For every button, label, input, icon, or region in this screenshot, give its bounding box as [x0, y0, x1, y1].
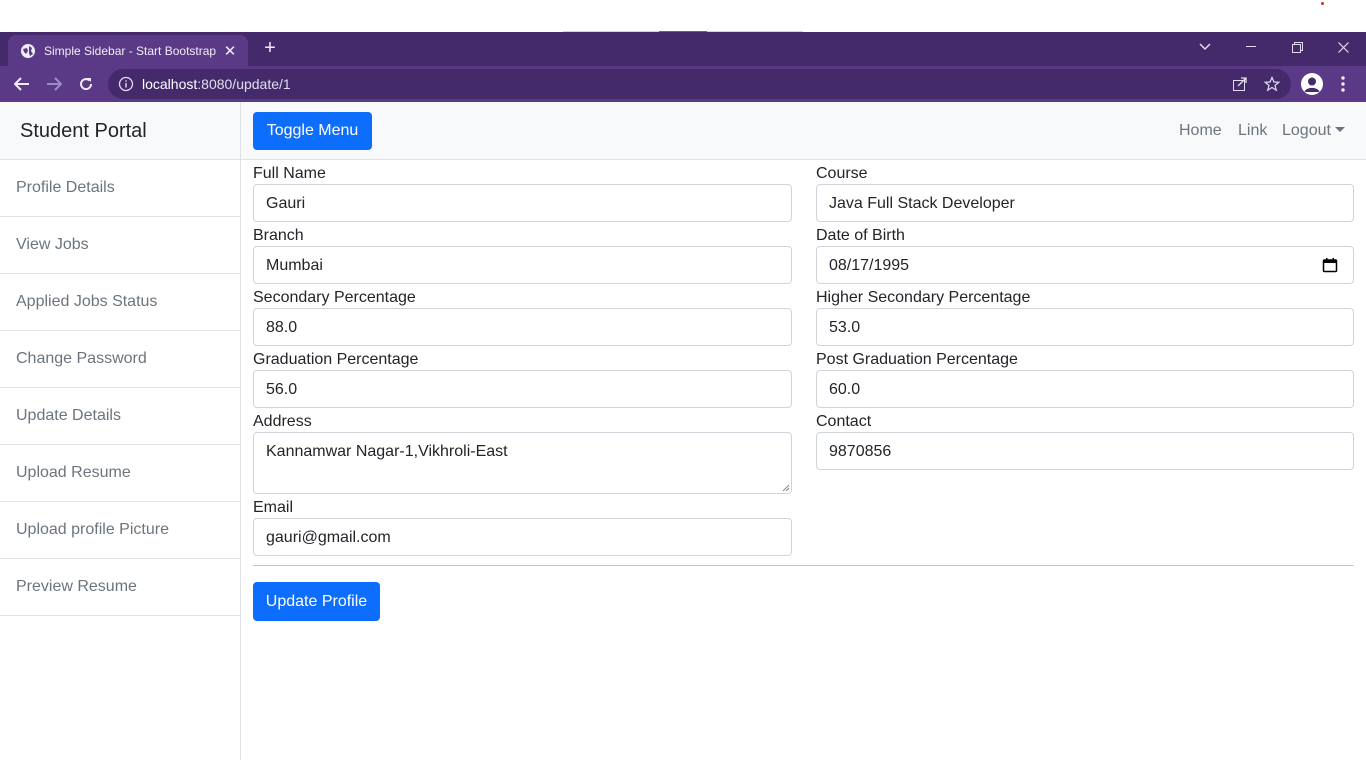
full-name-label: Full Name — [253, 165, 326, 182]
profile-avatar-icon[interactable] — [1301, 73, 1323, 95]
bookmark-star-icon[interactable] — [1264, 76, 1280, 92]
sidebar-item-change-password[interactable]: Change Password — [0, 331, 240, 388]
reload-icon[interactable] — [74, 72, 98, 96]
higher-secondary-percentage-label: Higher Secondary Percentage — [816, 289, 1031, 306]
page: Student Portal Profile Details View Jobs… — [0, 102, 1366, 760]
address-label: Address — [253, 413, 312, 430]
browser-menu-icon[interactable] — [1340, 74, 1346, 94]
toggle-menu-button[interactable]: Toggle Menu — [253, 112, 372, 150]
tab-search-chevron-icon[interactable] — [1182, 32, 1228, 62]
address-value: Kannamwar Nagar-1,Vikhroli-East — [266, 443, 508, 460]
browser-tab-bar: Simple Sidebar - Start Bootstrap ✕ + — [0, 32, 1366, 66]
resize-grip-icon[interactable] — [781, 483, 790, 492]
form-divider — [253, 565, 1354, 566]
dob-value: 08/17/1995 — [829, 257, 910, 274]
share-icon[interactable] — [1232, 76, 1248, 92]
branch-input[interactable]: Mumbai — [253, 246, 792, 284]
browser-tab[interactable]: Simple Sidebar - Start Bootstrap ✕ — [8, 35, 248, 66]
sidebar: Student Portal Profile Details View Jobs… — [0, 102, 241, 760]
nav-home-link[interactable]: Home — [1179, 122, 1222, 140]
email-input[interactable]: gauri@gmail.com — [253, 518, 792, 556]
course-input[interactable]: Java Full Stack Developer — [816, 184, 1354, 222]
email-label: Email — [253, 499, 294, 516]
tab-close-icon[interactable]: ✕ — [222, 42, 238, 60]
full-name-input[interactable]: Gauri — [253, 184, 792, 222]
course-label: Course — [816, 165, 868, 182]
sidebar-item-profile-details[interactable]: Profile Details — [0, 160, 240, 217]
globe-icon — [21, 43, 35, 58]
forward-icon[interactable] — [42, 72, 66, 96]
graduation-percentage-label: Graduation Percentage — [253, 351, 419, 368]
tab-title: Simple Sidebar - Start Bootstrap — [44, 43, 216, 58]
update-profile-button[interactable]: Update Profile — [253, 582, 380, 621]
calendar-icon[interactable] — [1322, 257, 1338, 273]
nav-logout-dropdown[interactable]: Logout — [1282, 122, 1345, 140]
secondary-percentage-input[interactable]: 88.0 — [253, 308, 792, 346]
logout-label: Logout — [1282, 122, 1331, 139]
close-window-icon[interactable] — [1320, 32, 1366, 62]
nav-link-link[interactable]: Link — [1238, 122, 1267, 140]
back-icon[interactable] — [10, 72, 34, 96]
screen-top-strip — [0, 0, 1366, 32]
url-text[interactable]: localhost:8080/update/1 — [142, 76, 291, 92]
secondary-percentage-label: Secondary Percentage — [253, 289, 416, 306]
address-bar[interactable]: localhost:8080/update/1 — [108, 69, 1291, 99]
branch-label: Branch — [253, 227, 304, 244]
recording-dot-icon — [1321, 2, 1324, 5]
new-tab-icon[interactable]: + — [259, 38, 281, 60]
update-form: Full Name Gauri Course Java Full Stack D… — [241, 160, 1366, 760]
restore-icon[interactable] — [1274, 32, 1320, 62]
sidebar-item-applied-jobs-status[interactable]: Applied Jobs Status — [0, 274, 240, 331]
browser-toolbar: localhost:8080/update/1 — [0, 66, 1366, 102]
top-navbar: Toggle Menu Home Link Logout — [241, 102, 1366, 160]
higher-secondary-percentage-input[interactable]: 53.0 — [816, 308, 1354, 346]
sidebar-item-upload-resume[interactable]: Upload Resume — [0, 445, 240, 502]
sidebar-item-upload-profile-picture[interactable]: Upload profile Picture — [0, 502, 240, 559]
sidebar-heading: Student Portal — [0, 102, 240, 160]
post-graduation-percentage-label: Post Graduation Percentage — [816, 351, 1018, 368]
dob-label: Date of Birth — [816, 227, 905, 244]
address-textarea[interactable]: Kannamwar Nagar-1,Vikhroli-East — [253, 432, 792, 494]
post-graduation-percentage-input[interactable]: 60.0 — [816, 370, 1354, 408]
sidebar-item-update-details[interactable]: Update Details — [0, 388, 240, 445]
sidebar-item-preview-resume[interactable]: Preview Resume — [0, 559, 240, 616]
caret-down-icon — [1334, 127, 1345, 132]
contact-label: Contact — [816, 413, 872, 430]
graduation-percentage-input[interactable]: 56.0 — [253, 370, 792, 408]
dob-input[interactable]: 08/17/1995 — [816, 246, 1354, 284]
contact-input[interactable]: 9870856 — [816, 432, 1354, 470]
minimize-icon[interactable] — [1228, 32, 1274, 62]
sidebar-item-view-jobs[interactable]: View Jobs — [0, 217, 240, 274]
site-info-icon[interactable] — [118, 76, 134, 92]
